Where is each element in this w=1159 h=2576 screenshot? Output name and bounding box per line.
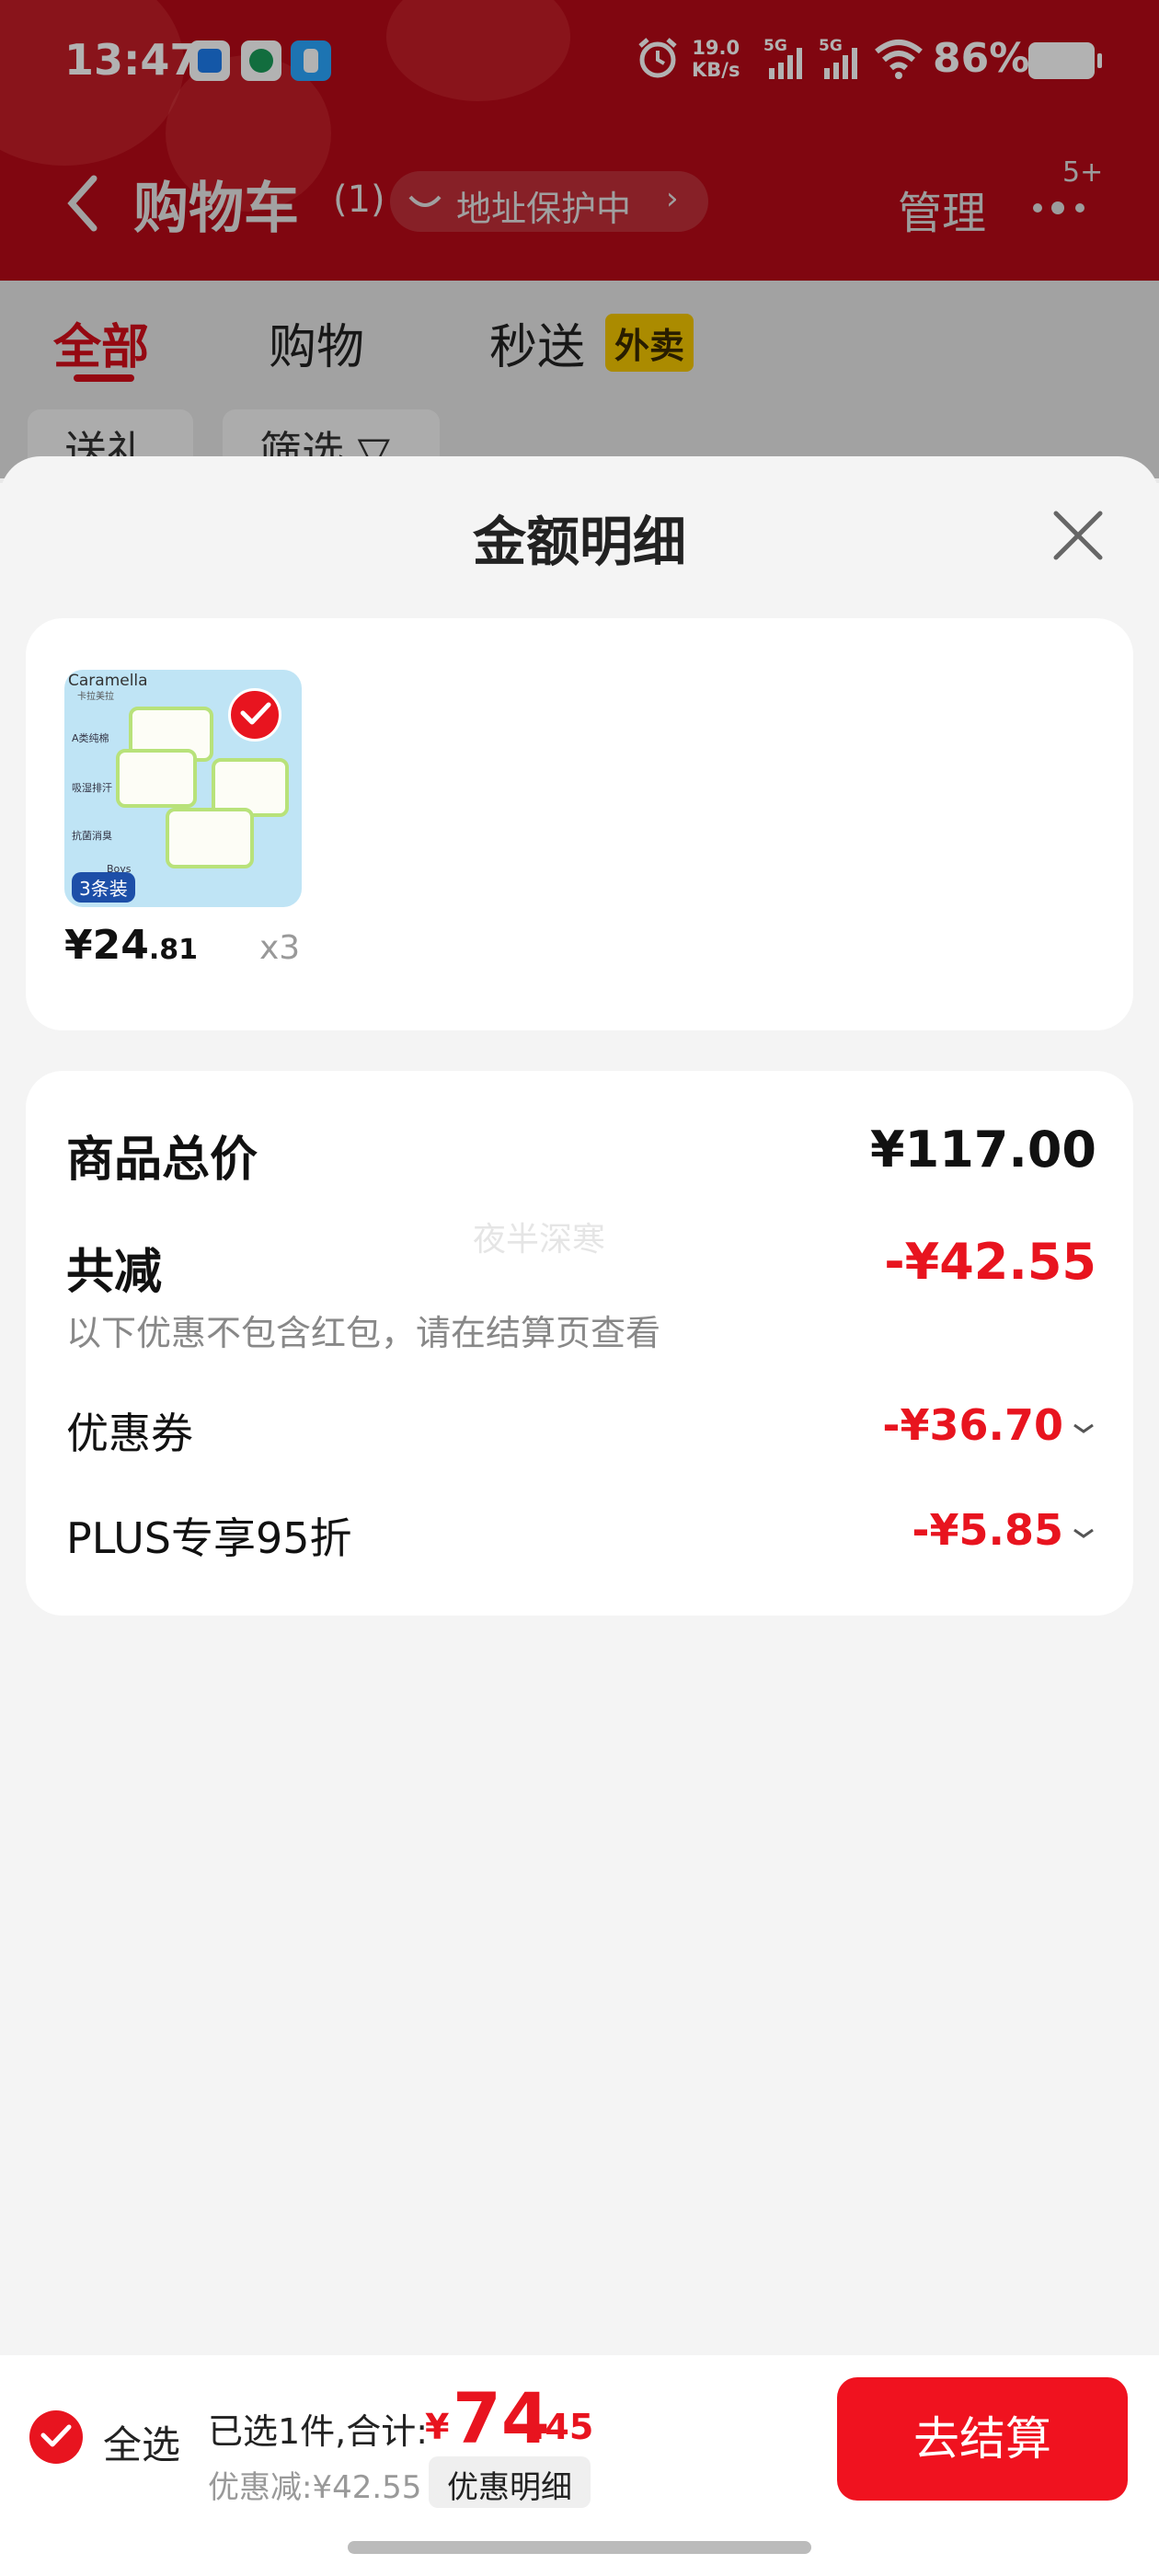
item-price-dec: .81 [148,934,199,966]
selected-items-card: Caramella 卡拉美拉 A类纯棉 吸湿排汗 抗菌消臭 Boys 3条装 ¥… [26,618,1133,1030]
product-feature: A类纯棉 [72,732,109,744]
total-reduction-label: 共减 [66,1245,163,1300]
chevron-down-icon[interactable] [1071,1525,1096,1542]
product-brand-sub: 卡拉美拉 [77,692,114,702]
select-all-label[interactable]: 全选 [103,2414,180,2470]
total-price-row: 商品总价 ¥117.00 [66,1121,1096,1188]
product-feature: 吸湿排汗 [72,782,112,794]
total-amount-dec: .45 [532,2407,594,2447]
product-brief-shape [116,749,197,808]
product-brand: Caramella [68,672,148,690]
product-feature: 抗菌消臭 [72,830,112,842]
plus-discount-label: PLUS专享95折 [66,1513,352,1563]
sheet-title: 金额明细 [472,511,686,573]
discount-detail-button[interactable]: 优惠明细 [429,2456,591,2508]
selected-summary: 已选1件,合计: [208,2411,429,2452]
total-price-value: ¥117.00 [870,1121,1096,1179]
plus-discount-row[interactable]: PLUS专享95折 -¥5.85 [66,1505,1096,1570]
item-quantity: x3 [259,929,301,967]
modal-backdrop[interactable] [0,0,1159,478]
plus-discount-value: -¥5.85 [912,1505,1063,1555]
select-all-check-icon[interactable] [29,2410,83,2464]
price-summary-card: 商品总价 ¥117.00 共减 -¥42.55 以下优惠不包含红包，请在结算页查… [26,1071,1133,1616]
coupon-value: -¥36.70 [882,1400,1063,1450]
close-icon[interactable] [1050,508,1106,563]
total-price-label: 商品总价 [66,1133,258,1188]
coupon-label: 优惠券 [66,1409,193,1458]
reduction-note: 以下优惠不包含红包，请在结算页查看 [66,1313,661,1353]
watermark-text: 夜半深寒 [473,1221,606,1259]
home-indicator[interactable] [348,2541,811,2554]
product-brief-shape [166,808,254,868]
reduction-note-row: 以下优惠不包含红包，请在结算页查看 [66,1305,1096,1353]
total-reduction-value: -¥42.55 [884,1233,1096,1291]
total-currency: ¥ [425,2407,450,2447]
item-price-currency: ¥ [64,922,93,969]
amount-detail-sheet: 金额明细 Caramella 卡拉美拉 A类纯棉 吸湿排汗 抗菌消臭 Boys … [0,456,1159,2576]
item-price-int: 24 [92,922,149,969]
item-price: ¥24.81 [64,922,198,969]
checkout-button[interactable]: 去结算 [837,2377,1128,2501]
coupon-row[interactable]: 优惠券 -¥36.70 [66,1400,1096,1465]
discount-summary: 优惠减:¥42.55 [208,2469,422,2506]
pack-badge: 3条装 [72,872,135,903]
product-image[interactable]: Caramella 卡拉美拉 A类纯棉 吸湿排汗 抗菌消臭 Boys 3条装 [64,670,302,907]
item-check-icon[interactable] [228,688,281,742]
chevron-down-icon[interactable] [1071,1420,1096,1437]
